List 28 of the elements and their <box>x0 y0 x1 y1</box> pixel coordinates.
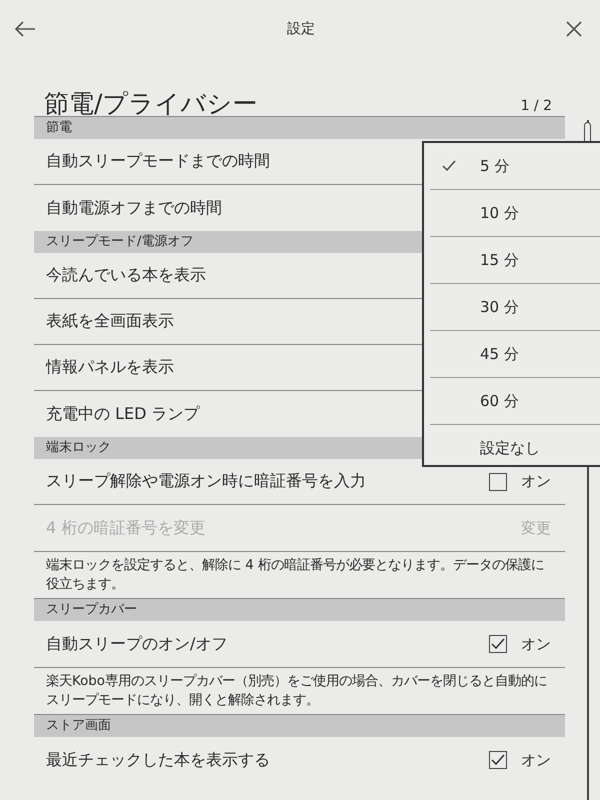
section-header: スリープカバー <box>34 598 565 621</box>
checkbox[interactable] <box>489 635 507 653</box>
checkbox-label: オン <box>521 634 551 654</box>
checkbox-label: オン <box>521 472 551 491</box>
back-arrow-icon[interactable] <box>14 21 36 37</box>
setting-label[interactable]: 自動スリープのオン/オフ <box>46 634 489 654</box>
close-icon[interactable] <box>566 21 582 37</box>
setting-label[interactable]: スリープ解除や電源オン時に暗証番号を入力 <box>46 471 489 492</box>
option-label: 45 分 <box>480 344 519 364</box>
menu-option[interactable]: 30 分 <box>430 284 600 331</box>
section-header: 節電 <box>34 116 565 139</box>
option-label: 10 分 <box>480 204 519 222</box>
checkbox[interactable] <box>489 751 507 769</box>
option-label: 30 分 <box>480 298 519 316</box>
page-title: 節電/プライバシー <box>44 91 258 116</box>
screen-title: 設定 <box>287 20 315 38</box>
menu-option[interactable]: 60 分 <box>430 378 600 425</box>
page-indicator: 1 / 2 <box>520 98 552 116</box>
checkbox-label: オン <box>521 750 551 770</box>
menu-option[interactable]: 45 分 <box>430 331 600 378</box>
option-label: 15 分 <box>480 250 519 270</box>
checkbox[interactable] <box>489 472 507 490</box>
option-label: 60 分 <box>480 392 519 410</box>
option-label: 設定なし <box>480 438 540 458</box>
option-label: 5 分 <box>480 156 510 176</box>
section-header: ストア画面 <box>34 714 565 737</box>
menu-option[interactable]: 5 分 <box>430 143 600 190</box>
setting-label[interactable]: 最近チェックした本を表示する <box>46 750 489 770</box>
